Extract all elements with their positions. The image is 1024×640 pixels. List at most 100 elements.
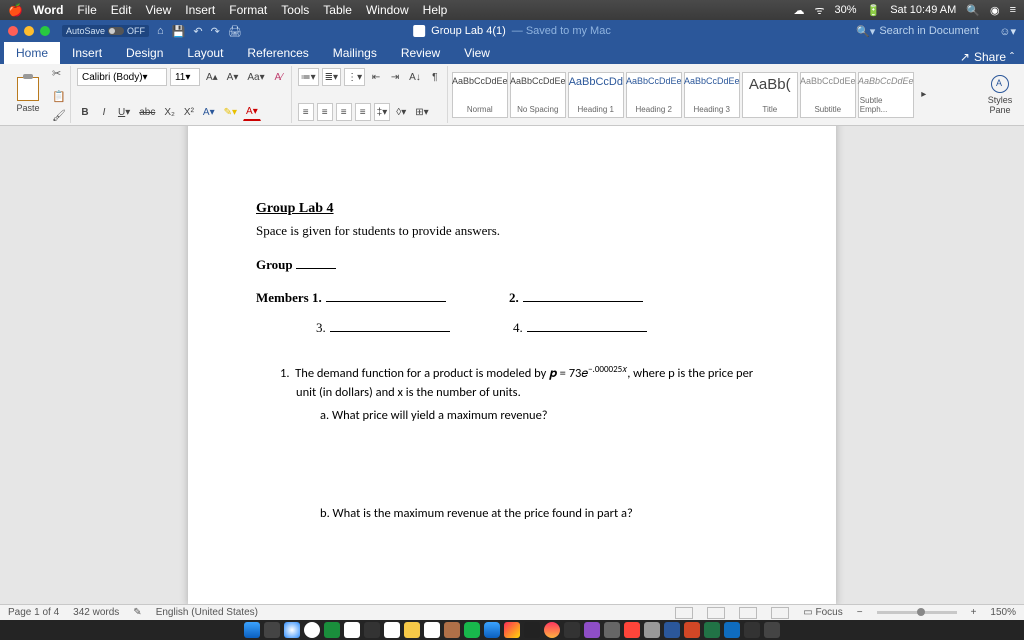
styles-more-icon[interactable]: ▸: [916, 86, 932, 104]
shading-icon[interactable]: ◊▾: [393, 103, 409, 121]
multilevel-icon[interactable]: ⋮▾: [344, 68, 365, 86]
spotlight-icon[interactable]: 🔍: [966, 4, 980, 17]
zoom-slider[interactable]: [877, 611, 957, 614]
paste-button[interactable]: Paste: [8, 77, 48, 113]
onedrive-icon[interactable]: [724, 622, 740, 638]
copy-icon[interactable]: 📋: [52, 90, 66, 103]
keynote-icon[interactable]: [604, 622, 620, 638]
sort-icon[interactable]: A↓: [406, 68, 424, 86]
safari-icon[interactable]: [284, 622, 300, 638]
reminders-icon[interactable]: [424, 622, 440, 638]
italic-button[interactable]: I: [96, 103, 112, 121]
grow-font-icon[interactable]: A▴: [203, 68, 221, 86]
itunes-icon[interactable]: [544, 622, 560, 638]
align-right-icon[interactable]: ≡: [336, 103, 352, 121]
font-name-select[interactable]: Calibri (Body) ▾: [77, 68, 167, 86]
menu-file[interactable]: File: [77, 3, 96, 17]
print-layout-icon[interactable]: [707, 607, 725, 619]
font-color-icon[interactable]: A▾: [243, 103, 261, 121]
page-indicator[interactable]: Page 1 of 4: [8, 607, 59, 618]
contacts-icon[interactable]: [444, 622, 460, 638]
menu-window[interactable]: Window: [366, 3, 409, 17]
dashboard-icon[interactable]: [264, 622, 280, 638]
podcast-icon[interactable]: [584, 622, 600, 638]
format-painter-icon[interactable]: 🖌: [52, 109, 66, 122]
close-button[interactable]: [8, 26, 18, 36]
align-center-icon[interactable]: ≡: [317, 103, 333, 121]
menu-view[interactable]: View: [145, 3, 171, 17]
increase-indent-icon[interactable]: ⇥: [387, 68, 403, 86]
redo-icon[interactable]: ↷: [211, 25, 220, 38]
maximize-button[interactable]: [40, 26, 50, 36]
excel-icon[interactable]: [704, 622, 720, 638]
wifi-icon[interactable]: ᯤ: [814, 3, 824, 18]
facetime-icon[interactable]: [324, 622, 340, 638]
change-case-icon[interactable]: Aa▾: [244, 68, 267, 86]
notes-icon[interactable]: [404, 622, 420, 638]
focus-mode[interactable]: ▭ Focus: [803, 607, 842, 618]
tab-insert[interactable]: Insert: [60, 42, 114, 64]
menu-app[interactable]: Word: [33, 3, 63, 17]
settings-icon[interactable]: [644, 622, 660, 638]
battery-icon[interactable]: 🔋: [867, 4, 881, 17]
style-heading2[interactable]: AaBbCcDdEeHeading 2: [626, 72, 682, 118]
borders-icon[interactable]: ⊞▾: [412, 103, 431, 121]
zoom-in[interactable]: +: [971, 607, 977, 618]
menu-table[interactable]: Table: [323, 3, 352, 17]
menu-insert[interactable]: Insert: [185, 3, 215, 17]
style-heading1[interactable]: AaBbCcDdHeading 1: [568, 72, 624, 118]
style-subtle-emph[interactable]: AaBbCcDdEeSubtle Emph...: [858, 72, 914, 118]
menu-format[interactable]: Format: [229, 3, 267, 17]
siri-icon[interactable]: ◉: [990, 4, 1000, 17]
share-button[interactable]: ↗Shareˆ: [950, 50, 1024, 64]
font-size-select[interactable]: 11 ▾: [170, 68, 200, 86]
underline-button[interactable]: U ▾: [115, 103, 133, 121]
bullets-icon[interactable]: ≔▾: [298, 68, 319, 86]
zoom-out[interactable]: −: [857, 607, 863, 618]
show-marks-icon[interactable]: ¶: [427, 68, 443, 86]
messages-icon[interactable]: [464, 622, 480, 638]
undo-icon[interactable]: ↶: [193, 25, 202, 38]
spellcheck-icon[interactable]: ✎: [133, 607, 141, 618]
photos-icon[interactable]: [504, 622, 520, 638]
styles-pane-button[interactable]: Styles Pane: [980, 66, 1020, 123]
feedback-icon[interactable]: ☺▾: [999, 25, 1016, 38]
minimize-button[interactable]: [24, 26, 34, 36]
style-nospacing[interactable]: AaBbCcDdEeNo Spacing: [510, 72, 566, 118]
bold-button[interactable]: B: [77, 103, 93, 121]
strike-button[interactable]: abc: [136, 103, 158, 121]
powerpoint-icon[interactable]: [684, 622, 700, 638]
menu-help[interactable]: Help: [423, 3, 448, 17]
decrease-indent-icon[interactable]: ⇤: [368, 68, 384, 86]
dock-icon-1[interactable]: [364, 622, 380, 638]
tab-view[interactable]: View: [452, 42, 502, 64]
tab-mailings[interactable]: Mailings: [321, 42, 389, 64]
menu-edit[interactable]: Edit: [111, 3, 132, 17]
style-normal[interactable]: AaBbCcDdEeNormal: [452, 72, 508, 118]
clock[interactable]: Sat 10:49 AM: [890, 4, 956, 16]
style-heading3[interactable]: AaBbCcDdEeHeading 3: [684, 72, 740, 118]
menu-icon[interactable]: ≡: [1010, 4, 1016, 16]
chrome-icon[interactable]: [304, 622, 320, 638]
tab-home[interactable]: Home: [4, 42, 60, 64]
menu-tools[interactable]: Tools: [281, 3, 309, 17]
mail-icon[interactable]: [384, 622, 400, 638]
dock-icon-5[interactable]: [744, 622, 760, 638]
tab-review[interactable]: Review: [389, 42, 452, 64]
style-subtitle[interactable]: AaBbCcDdEeSubtitle: [800, 72, 856, 118]
calendar-icon[interactable]: [344, 622, 360, 638]
dock-icon-3[interactable]: [564, 622, 580, 638]
finder-icon[interactable]: [244, 622, 260, 638]
dock-icon-4[interactable]: [624, 622, 640, 638]
page[interactable]: Group Lab 4 Space is given for students …: [188, 126, 836, 604]
tab-design[interactable]: Design: [114, 42, 175, 64]
align-left-icon[interactable]: ≡: [298, 103, 314, 121]
web-layout-icon[interactable]: [739, 607, 757, 619]
subscript-button[interactable]: X₂: [161, 103, 178, 121]
style-title[interactable]: AaBb(Title: [742, 72, 798, 118]
read-mode-icon[interactable]: [675, 607, 693, 619]
language-indicator[interactable]: English (United States): [156, 607, 258, 618]
clear-format-icon[interactable]: A⁄: [271, 68, 287, 86]
apple-icon[interactable]: 🍎: [8, 3, 23, 17]
cloud-icon[interactable]: ☁: [793, 4, 804, 17]
